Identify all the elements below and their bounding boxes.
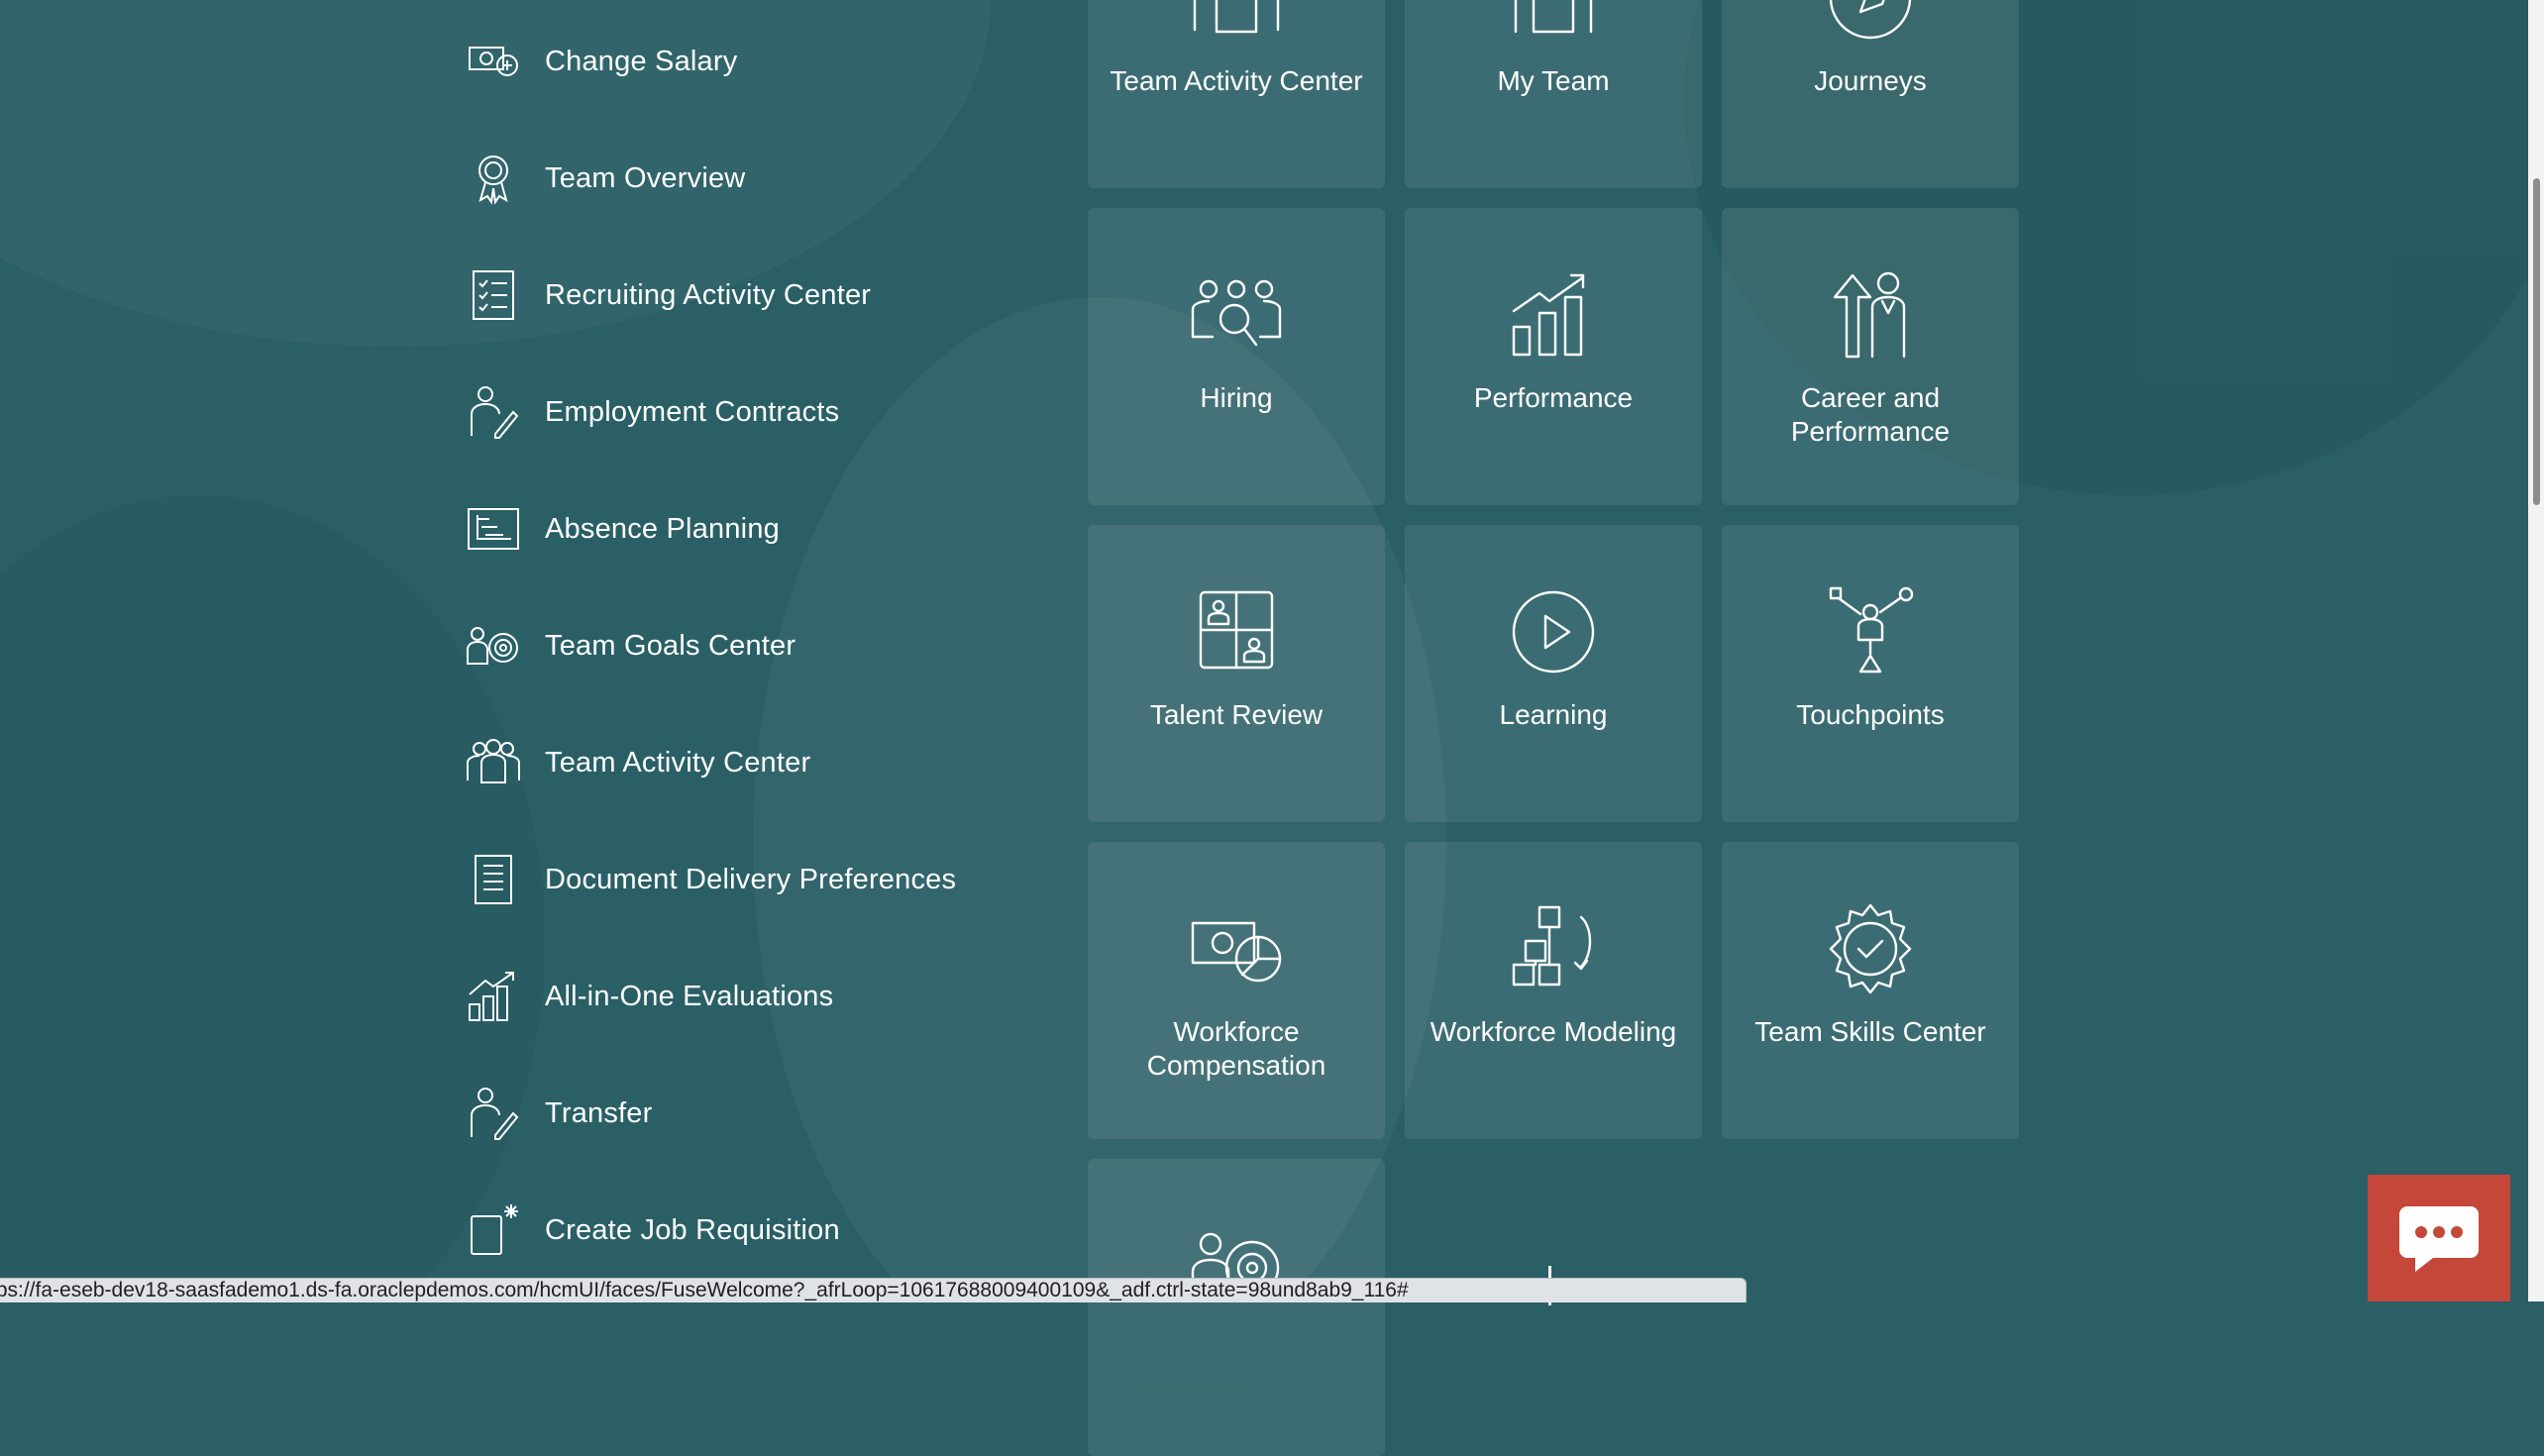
quick-action-label: Change Salary [545,45,738,77]
quick-action-label: All-in-One Evaluations [545,980,834,1012]
play-circle-icon [1405,584,1702,683]
chat-button[interactable] [2368,1175,2510,1301]
status-url-text: tps://fa-eseb-dev18-saasfademo1.ds-fa.or… [0,1279,1409,1301]
tile-label: Team Activity Center [1110,65,1363,96]
document-lines-icon [466,850,525,909]
group-icon [466,733,525,792]
org-modeling-icon [1405,901,1702,1000]
tile-team-skills-center[interactable]: Team Skills Center [1722,842,2019,1139]
tile-performance[interactable]: Performance [1405,208,1702,505]
tile-label: Touchpoints [1796,699,1945,730]
quick-action-label: Document Delivery Preferences [545,863,957,895]
tile-workforce-modeling[interactable]: Workforce Modeling [1405,842,1702,1139]
salary-change-icon [466,32,525,91]
tile-talent-review[interactable]: Talent Review [1088,525,1385,822]
quick-action-create-job-requisition[interactable]: Create Job Requisition [466,1191,840,1270]
quick-action-team-activity-center[interactable]: Team Activity Center [466,723,810,802]
new-document-icon [466,1200,525,1260]
quick-action-label: Team Overview [545,161,746,194]
compass-icon [1722,0,2019,50]
chat-bubble-icon [2399,1206,2479,1272]
tile-label: Talent Review [1149,699,1324,730]
quick-action-team-goals-center[interactable]: Team Goals Center [466,606,795,685]
group-icon [1088,0,1385,50]
quick-action-label: Absence Planning [545,512,780,545]
tile-label: Performance [1473,382,1634,413]
tile-workforce-compensation[interactable]: Workforce Compensation [1088,842,1385,1139]
quick-action-label: Transfer [545,1096,653,1129]
team-icon [1405,0,1702,50]
tile-label: Workforce Modeling [1430,1016,1677,1047]
tile-journeys[interactable]: Journeys [1722,0,2019,188]
tile-learning[interactable]: Learning [1405,525,1702,822]
person-target-icon [466,616,525,676]
tile-label: Team Skills Center [1754,1016,1986,1047]
tile-team-goals[interactable] [1088,1159,1385,1456]
tile-career-and-performance[interactable]: Career and Performance [1722,208,2019,505]
quick-action-team-overview[interactable]: Team Overview [466,139,745,218]
quick-action-document-delivery-preferences[interactable]: Document Delivery Preferences [466,840,956,919]
talent-grid-icon [1088,584,1385,683]
tile-label: Journeys [1814,65,1927,96]
quick-action-change-salary[interactable]: Change Salary [466,22,737,101]
quick-action-label: Create Job Requisition [545,1213,840,1246]
quick-action-recruiting-activity-center[interactable]: Recruiting Activity Center [466,256,871,335]
tile-label: My Team [1497,65,1610,96]
tile-hiring[interactable]: Hiring [1088,208,1385,505]
skills-badge-icon [1722,901,2019,1000]
quick-action-label: Team Activity Center [545,746,811,779]
quick-action-label: Recruiting Activity Center [545,278,872,311]
tile-my-team[interactable]: My Team [1405,0,1702,188]
quick-action-label: Team Goals Center [545,629,796,662]
growth-chart-icon [466,967,525,1026]
performance-chart-icon [1405,267,1702,366]
quick-action-label: Employment Contracts [545,395,840,428]
status-bar-url: tps://fa-eseb-dev18-saasfademo1.ds-fa.or… [0,1278,1747,1302]
quick-action-employment-contracts[interactable]: Employment Contracts [466,372,839,452]
hiring-search-icon [1088,267,1385,366]
scrollbar-thumb[interactable] [2533,178,2540,505]
background-shape [0,495,545,1301]
quick-action-absence-planning[interactable]: Absence Planning [466,489,780,569]
gantt-chart-icon [466,499,525,559]
tile-label: Hiring [1200,382,1273,413]
quick-action-all-in-one-evaluations[interactable]: All-in-One Evaluations [466,957,833,1036]
person-sign-icon [466,1084,525,1143]
person-sign-icon [466,382,525,442]
touchpoints-icon [1722,584,2019,683]
career-growth-icon [1722,267,2019,366]
tile-team-activity-center[interactable]: Team Activity Center [1088,0,1385,188]
checklist-icon [466,265,525,325]
tile-label: Career and Performance [1790,382,1951,447]
award-ribbon-icon [466,149,525,208]
tile-label: Learning [1499,699,1608,730]
compensation-icon [1088,901,1385,1000]
tile-label: Workforce Compensation [1146,1016,1326,1081]
person-target-icon [1088,1218,1385,1317]
tile-touchpoints[interactable]: Touchpoints [1722,525,2019,822]
quick-action-transfer[interactable]: Transfer [466,1074,653,1153]
